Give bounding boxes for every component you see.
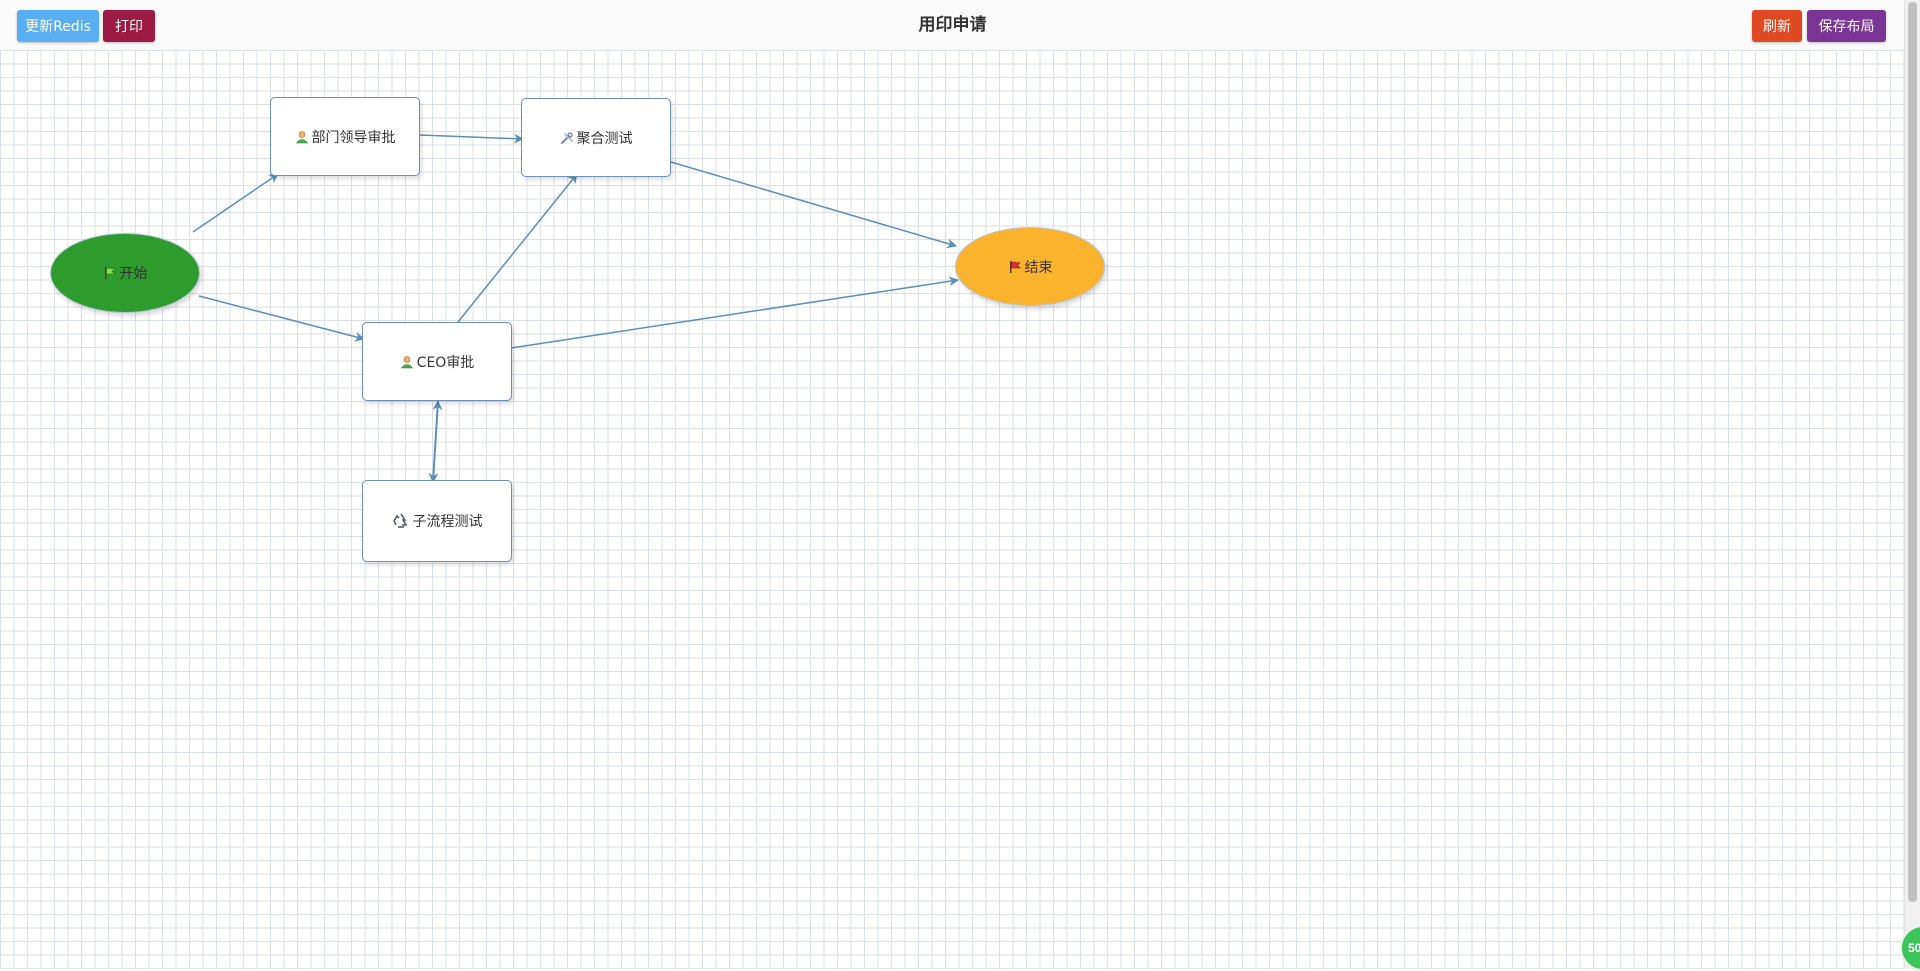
edge-ceo-to-aggregate-test[interactable] bbox=[457, 173, 578, 323]
edge-start-to-dept-leader[interactable] bbox=[192, 173, 279, 233]
node-label: 部门领导审批 bbox=[311, 129, 396, 146]
scrollbar-thumb[interactable] bbox=[1908, 2, 1917, 902]
node-end[interactable]: 结束 bbox=[955, 227, 1105, 306]
tools-icon bbox=[560, 131, 574, 145]
vertical-scrollbar[interactable] bbox=[1904, 0, 1920, 969]
toolbar: 更新Redis 打印 用印申请 刷新 保存布局 bbox=[0, 0, 1905, 50]
edge-dept-leader-to-aggregate-test[interactable] bbox=[419, 133, 524, 144]
node-ceo-approval[interactable]: CEO审批 bbox=[362, 322, 512, 401]
node-aggregate-test[interactable]: 聚合测试 bbox=[521, 98, 671, 177]
node-start[interactable]: 开始 bbox=[50, 233, 200, 313]
edge-aggregate-test-to-end[interactable] bbox=[670, 161, 957, 249]
refresh-button[interactable]: 刷新 bbox=[1752, 10, 1802, 42]
page-title: 用印申请 bbox=[918, 15, 987, 35]
workflow-canvas[interactable]: 开始 部门领导审批 聚合测试 结束 CEO审批 子流程测试 bbox=[0, 50, 1905, 969]
node-label: 聚合测试 bbox=[576, 130, 633, 147]
edge-start-to-ceo[interactable] bbox=[198, 295, 365, 342]
node-label: 结束 bbox=[1024, 259, 1053, 276]
recycle-icon bbox=[392, 512, 410, 530]
node-dept-leader-approval[interactable]: 部门领导审批 bbox=[270, 97, 420, 176]
flag-green-icon bbox=[103, 266, 117, 280]
node-label: 开始 bbox=[119, 266, 148, 282]
edge-layer bbox=[192, 133, 959, 483]
edge-ceo-to-end[interactable] bbox=[510, 276, 959, 349]
user-icon bbox=[400, 355, 414, 369]
node-label: CEO审批 bbox=[416, 354, 475, 371]
edge-ceo-subprocess-bidirectional[interactable] bbox=[428, 400, 443, 483]
node-subprocess-test[interactable]: 子流程测试 bbox=[362, 480, 512, 562]
flag-red-icon bbox=[1008, 260, 1022, 274]
node-label: 子流程测试 bbox=[412, 514, 483, 530]
user-icon bbox=[295, 130, 309, 144]
save-layout-button[interactable]: 保存布局 bbox=[1807, 10, 1886, 42]
